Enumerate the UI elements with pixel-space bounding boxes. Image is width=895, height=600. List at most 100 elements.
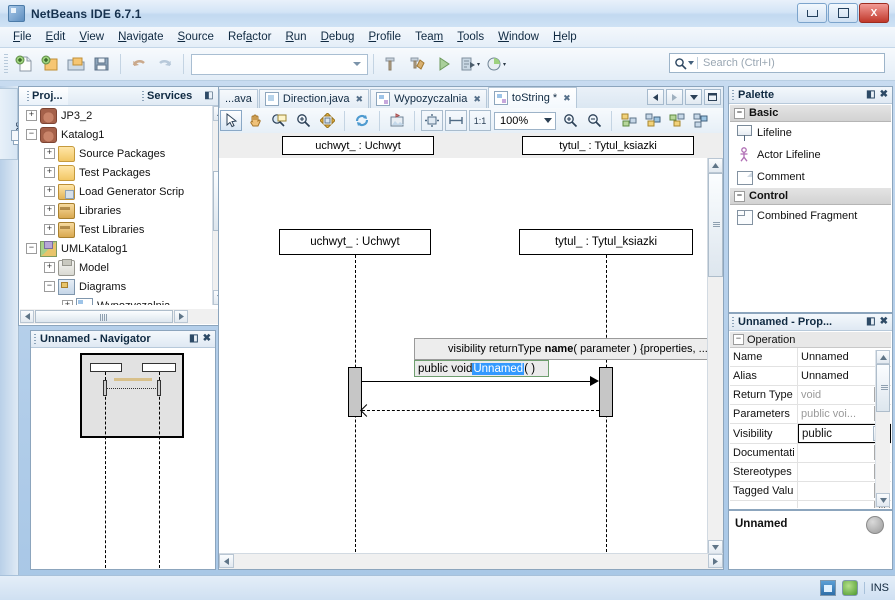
properties-vertical-scrollbar[interactable] (875, 350, 890, 507)
zoom-region-icon[interactable] (268, 110, 290, 131)
tree-node-test-packages[interactable]: + Test Packages (20, 163, 213, 182)
files-window-tab[interactable]: Files (0, 88, 28, 160)
save-all-icon[interactable] (90, 52, 114, 76)
property-row-partial[interactable]: ... (730, 501, 891, 508)
scroll-right-button[interactable] (174, 310, 188, 323)
menu-debug[interactable]: Debug (314, 29, 362, 45)
memory-icon[interactable] (841, 580, 858, 596)
palette-item-comment[interactable]: Comment (730, 166, 891, 188)
property-row-parameters[interactable]: Parameters public voi... ... (730, 405, 891, 424)
tree-node-wypozyczalnia[interactable]: + Wypozyczalnia (20, 296, 213, 305)
expander-icon[interactable]: + (44, 205, 55, 216)
property-row-documentation[interactable]: Documentati ... (730, 444, 891, 463)
one-to-one-icon[interactable]: 1:1 (469, 110, 491, 131)
navigator-canvas[interactable] (32, 349, 214, 568)
expander-icon[interactable]: + (44, 224, 55, 235)
magnifier-icon[interactable] (292, 110, 314, 131)
move-icon[interactable] (316, 110, 338, 131)
search-scope-chevron-icon[interactable] (688, 61, 694, 65)
message-inline-editor[interactable]: public void Unnamed ( ) (414, 360, 549, 377)
tab-list-icon[interactable] (685, 89, 702, 105)
export-image-icon[interactable] (386, 110, 408, 131)
scroll-left-button[interactable] (219, 554, 234, 568)
tree-node-load-generator-scripts[interactable]: + Load Generator Scrip (20, 182, 213, 201)
properties-scroll-thumb[interactable] (876, 364, 890, 412)
profile-icon[interactable] (484, 52, 508, 76)
cursor-icon[interactable] (220, 110, 242, 131)
tree-node-diagrams[interactable]: − Diagrams (20, 277, 213, 296)
expander-icon[interactable]: − (733, 334, 744, 345)
property-row-visibility[interactable]: Visibility public (730, 424, 891, 444)
tree-node-test-libraries[interactable]: + Test Libraries (20, 220, 213, 239)
properties-group-operation[interactable]: − Operation (730, 332, 891, 348)
tree-node-katalog1[interactable]: − Katalog1 (20, 125, 213, 144)
zoom-out-icon[interactable] (583, 110, 605, 131)
editor-tab-direction-java[interactable]: Direction.java ✖ (258, 89, 370, 108)
header-lifeline-2[interactable]: tytul_ : Tytul_ksiazki (522, 136, 694, 155)
expander-icon[interactable]: + (44, 186, 55, 197)
expander-icon[interactable]: + (62, 300, 73, 305)
menu-view[interactable]: View (72, 29, 111, 45)
help-orb-icon[interactable] (866, 516, 884, 534)
expander-icon[interactable]: − (734, 190, 745, 202)
hammer-icon[interactable] (380, 52, 404, 76)
layout-tree-icon[interactable] (690, 110, 712, 131)
close-button[interactable]: X (859, 3, 889, 23)
editor-tab-ava[interactable]: ...ava (219, 89, 258, 108)
projects-hscroll-thumb[interactable] (35, 310, 173, 323)
tab-services[interactable]: Services (134, 87, 197, 105)
play-icon[interactable] (432, 52, 456, 76)
fit-diagram-icon[interactable] (421, 110, 443, 131)
expander-icon[interactable]: − (26, 129, 37, 140)
notifications-icon[interactable] (819, 580, 836, 596)
menu-file[interactable]: File (6, 29, 39, 45)
collapse-icon[interactable]: ◧ (866, 90, 875, 100)
layout-hierarchical-icon[interactable] (618, 110, 640, 131)
zoom-in-icon[interactable] (559, 110, 581, 131)
hammer-broom-icon[interactable] (406, 52, 430, 76)
property-row-return-type[interactable]: Return Type void ... (730, 386, 891, 405)
scroll-up-button[interactable] (876, 350, 890, 364)
menu-navigate[interactable]: Navigate (111, 29, 170, 45)
expander-icon[interactable]: + (44, 262, 55, 273)
new-project-icon[interactable] (38, 52, 62, 76)
tree-node-jp3-2[interactable]: + JP3_2 (20, 106, 213, 125)
menu-run[interactable]: Run (278, 29, 313, 45)
close-icon[interactable]: ✖ (880, 317, 888, 327)
palette-category-basic[interactable]: − Basic (730, 105, 891, 122)
palette-category-control[interactable]: − Control (730, 188, 891, 205)
menu-refactor[interactable]: Refactor (221, 29, 278, 45)
new-file-icon[interactable] (12, 52, 36, 76)
open-project-icon[interactable] (64, 52, 88, 76)
close-icon[interactable]: ✖ (356, 94, 364, 105)
activation-bar-tytul[interactable] (599, 367, 613, 417)
expander-icon[interactable]: − (44, 281, 55, 292)
tree-node-umlkatalog1[interactable]: − UMLKatalog1 (20, 239, 213, 258)
palette-item-actor-lifeline[interactable]: Actor Lifeline (730, 144, 891, 166)
redo-icon[interactable] (153, 52, 177, 76)
menu-team[interactable]: Team (408, 29, 450, 45)
palette-item-combined-fragment[interactable]: Combined Fragment (730, 205, 891, 227)
scroll-right-button[interactable] (708, 554, 723, 568)
inline-edit-selection[interactable]: Unnamed (472, 362, 525, 375)
maximize-icon[interactable] (704, 89, 721, 105)
lifeline-box-uchwyt[interactable]: uchwyt_ : Uchwyt (279, 229, 431, 255)
maximize-button[interactable] (828, 3, 858, 23)
projects-horizontal-scrollbar[interactable] (20, 309, 230, 324)
editor-scroll-thumb[interactable] (708, 173, 723, 277)
tab-projects[interactable]: Proj... (19, 87, 68, 105)
project-config-combo[interactable] (191, 53, 368, 75)
scroll-left-icon[interactable] (647, 89, 664, 105)
project-tree[interactable]: + JP3_2 − Katalog1 + Source Packages + T… (20, 106, 213, 305)
editor-horizontal-scrollbar[interactable] (219, 553, 723, 569)
scroll-down-button[interactable] (876, 493, 890, 507)
tree-node-source-packages[interactable]: + Source Packages (20, 144, 213, 163)
close-icon[interactable]: ✖ (563, 93, 571, 104)
expander-icon[interactable]: + (26, 110, 37, 121)
tree-node-libraries[interactable]: + Libraries (20, 201, 213, 220)
scroll-left-button[interactable] (20, 310, 34, 323)
search-box[interactable]: Search (Ctrl+I) (669, 53, 885, 73)
fit-width-icon[interactable] (445, 110, 467, 131)
return-message-line[interactable] (362, 410, 599, 411)
menu-tools[interactable]: Tools (450, 29, 491, 45)
